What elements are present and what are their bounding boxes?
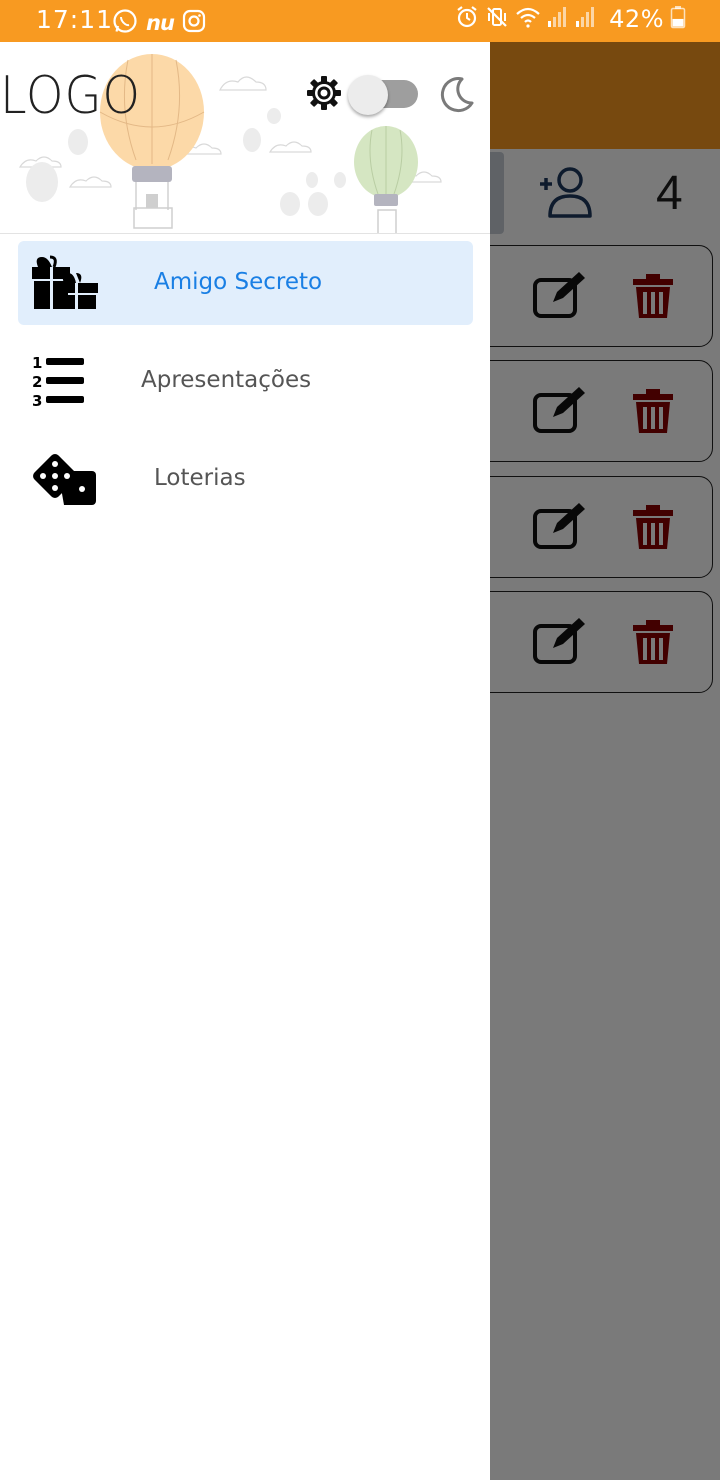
gear-icon[interactable]	[306, 75, 342, 115]
drawer-item-label: Loterias	[154, 465, 246, 491]
svg-text:1: 1	[32, 354, 42, 372]
status-time: 17:11	[36, 5, 114, 34]
drawer-item-amigo-secreto[interactable]: Amigo Secreto	[18, 241, 473, 325]
drawer-item-apresentacoes[interactable]: 1 2 3 Apresentações	[18, 339, 473, 423]
dice-icon	[30, 451, 100, 507]
instagram-icon	[182, 9, 206, 37]
status-bar: 17:11 nu 42%	[0, 0, 720, 42]
system-status-icons: 42%	[455, 5, 686, 33]
whatsapp-icon	[112, 8, 138, 38]
drawer-item-loterias[interactable]: Loterias	[18, 437, 473, 521]
alarm-icon	[455, 5, 479, 33]
signal-icon	[547, 5, 569, 33]
mute-vibrate-icon	[485, 5, 509, 33]
notification-icons: nu	[112, 8, 206, 38]
moon-icon	[436, 75, 476, 119]
gift-icon	[30, 255, 100, 311]
numbered-list-icon: 1 2 3	[30, 353, 100, 410]
navigation-drawer: LOGO Amigo Secreto 1 2 3 Apresentações L…	[0, 42, 490, 1480]
svg-text:3: 3	[32, 392, 42, 409]
drawer-item-label: Amigo Secreto	[154, 269, 323, 295]
svg-text:2: 2	[32, 373, 42, 391]
nubank-icon: nu	[146, 11, 175, 35]
wifi-icon	[515, 5, 541, 33]
battery-percent: 42%	[609, 5, 664, 33]
app-logo: LOGO	[0, 66, 142, 126]
drawer-header: LOGO	[0, 42, 490, 234]
signal-icon	[575, 5, 597, 33]
battery-icon	[670, 5, 686, 33]
toggle-thumb	[348, 75, 388, 115]
dark-mode-toggle[interactable]	[348, 75, 418, 115]
drawer-item-label: Apresentações	[141, 367, 312, 393]
